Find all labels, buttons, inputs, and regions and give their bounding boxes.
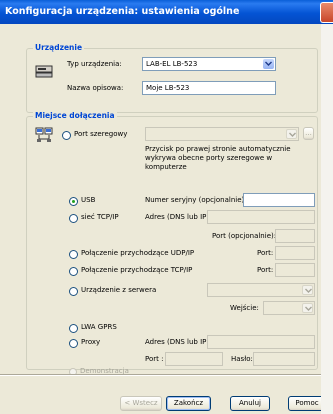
tcp-address-label: Adres (DNS lub IP): <box>145 213 212 221</box>
tcp-incoming-label: Połączenie przychodzące TCP/IP <box>81 266 193 274</box>
gprs-label: LWA GPRS <box>81 323 117 331</box>
device-group: Urządzenie Typ urządzenia: LAB-EL LB-523… <box>26 43 318 113</box>
chevron-down-icon[interactable] <box>286 129 297 139</box>
usb-serial-field[interactable] <box>243 193 315 207</box>
usb-radio[interactable] <box>69 197 78 206</box>
tcp-incoming-radio[interactable] <box>69 267 78 276</box>
serial-detect-button[interactable]: ... <box>303 127 314 140</box>
window-title: Konfiguracja urządzenia: ustawienia ogól… <box>5 6 240 17</box>
dialog-body: Urządzenie Typ urządzenia: LAB-EL LB-523… <box>0 24 333 414</box>
tcp-port-field[interactable] <box>275 229 315 243</box>
device-legend: Urządzenie <box>33 43 85 52</box>
serial-port-select[interactable] <box>145 127 299 141</box>
serial-port-label: Port szeregowy <box>74 130 128 138</box>
server-input-select[interactable] <box>263 301 315 315</box>
udp-incoming-radio[interactable] <box>69 250 78 259</box>
device-icon <box>35 63 53 79</box>
server-device-select[interactable] <box>207 283 315 297</box>
proxy-address-field[interactable] <box>207 335 315 349</box>
connection-group: Miejsce dołączenia Port szeregowy ... Pr… <box>26 111 318 370</box>
proxy-address-label: Adres (DNS lub IP): <box>145 338 212 346</box>
tcp-incoming-port-field[interactable] <box>275 263 315 277</box>
connection-legend: Miejsce dołączenia <box>33 111 117 120</box>
device-name-label: Nazwa opisowa: <box>67 84 124 92</box>
scrollbar[interactable] <box>321 24 333 414</box>
udp-port-label: Port: <box>257 249 274 257</box>
cancel-button[interactable]: Anuluj <box>230 396 270 411</box>
tcp-port-label: Port (opcjonalnie): <box>212 232 277 240</box>
server-device-label: Urządzenie z serwera <box>81 286 157 294</box>
proxy-label: Proxy <box>81 338 101 346</box>
chevron-down-icon[interactable] <box>302 303 313 313</box>
serial-port-radio[interactable] <box>62 131 71 140</box>
proxy-password-label: Hasło: <box>231 355 253 363</box>
close-button[interactable] <box>320 2 333 23</box>
proxy-password-field[interactable] <box>253 352 315 366</box>
tcp-ip-radio[interactable] <box>69 214 78 223</box>
back-button[interactable]: < Wstecz <box>120 396 162 411</box>
device-name-field[interactable]: Moje LB-523 <box>142 81 276 95</box>
proxy-radio[interactable] <box>69 339 78 348</box>
usb-serial-label: Numer seryjny (opcjonalnie): <box>145 196 247 204</box>
proxy-port-field[interactable] <box>165 352 223 366</box>
connection-icon <box>35 127 53 143</box>
proxy-port-label: Port : <box>145 355 164 363</box>
server-device-radio[interactable] <box>69 287 78 296</box>
device-type-value: LAB-EL LB-523 <box>146 60 198 68</box>
udp-port-field[interactable] <box>275 246 315 260</box>
tcp-ip-label: sieć TCP/IP <box>81 213 119 221</box>
finish-button[interactable]: Zakończ <box>166 396 211 411</box>
chevron-down-icon[interactable] <box>302 285 313 295</box>
serial-note: Przycisk po prawej stronie automatycznie… <box>145 145 291 171</box>
tcp-address-field[interactable] <box>207 210 315 224</box>
usb-label: USB <box>81 196 96 204</box>
title-bar: Konfiguracja urządzenia: ustawienia ogól… <box>0 0 333 24</box>
server-input-label: Wejście: <box>230 304 259 312</box>
button-separator <box>0 374 333 376</box>
tcp-incoming-port-label: Port: <box>257 266 274 274</box>
device-type-select[interactable]: LAB-EL LB-523 <box>142 57 276 71</box>
udp-incoming-label: Połączenie przychodzące UDP/IP <box>81 249 195 257</box>
chevron-down-icon[interactable] <box>263 59 274 69</box>
device-type-label: Typ urządzenia: <box>67 60 122 68</box>
gprs-radio[interactable] <box>69 324 78 333</box>
